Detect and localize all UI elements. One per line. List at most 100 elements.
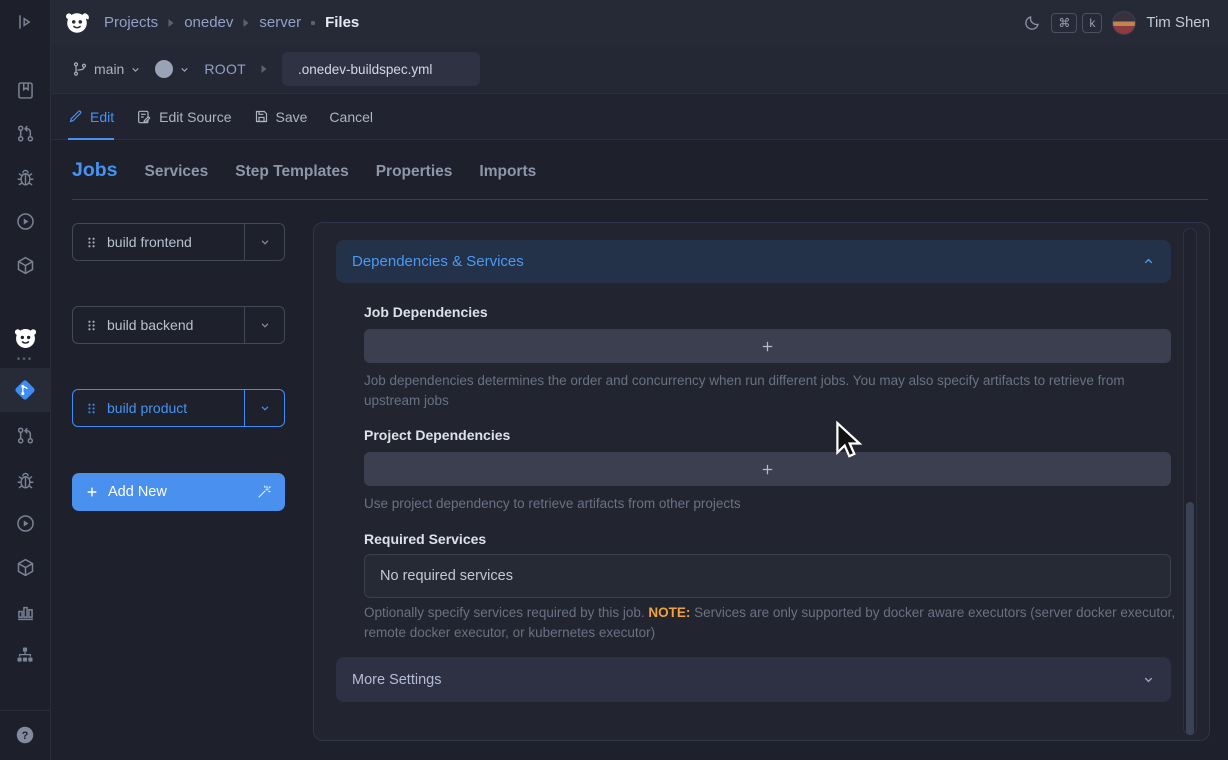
tab-services[interactable]: Services <box>145 163 209 181</box>
chevron-down-icon <box>1142 673 1155 686</box>
job-label: build backend <box>107 317 193 333</box>
cancel-label: Cancel <box>329 109 373 125</box>
package-icon <box>15 557 36 578</box>
breadcrumb-projects[interactable]: Projects <box>104 14 158 31</box>
job-dropdown-button[interactable] <box>244 390 284 426</box>
edit-tab[interactable]: Edit <box>57 94 125 139</box>
add-new-job-button[interactable]: Add New <box>72 473 285 511</box>
sidebar-item-builds[interactable] <box>0 201 50 241</box>
sidebar-expand-button[interactable] <box>0 2 50 42</box>
topbar-actions: ⌘ k Tim Shen <box>1023 11 1210 35</box>
edit-source-label: Edit Source <box>159 109 231 125</box>
job-dropdown-button[interactable] <box>244 224 284 260</box>
file-name-input[interactable]: .onedev-buildspec.yml <box>282 52 480 86</box>
breadcrumb-onedev[interactable]: onedev <box>184 14 233 31</box>
help-icon: ? <box>14 724 36 746</box>
sidebar-item-project-issues[interactable] <box>0 460 50 500</box>
sidebar-item-help[interactable]: ? <box>0 715 50 755</box>
project-dependencies-label: Project Dependencies <box>364 427 510 443</box>
edit-tab-label: Edit <box>90 109 114 125</box>
sidebar-item-hierarchy[interactable] <box>0 635 50 675</box>
required-services-value: No required services <box>380 568 513 584</box>
revision-status-icon <box>155 60 173 78</box>
job-label: build frontend <box>107 234 192 250</box>
sitemap-icon <box>15 645 35 665</box>
plus-icon <box>85 485 99 499</box>
dependencies-services-section-header[interactable]: Dependencies & Services <box>336 240 1171 283</box>
section-title: Dependencies & Services <box>352 253 524 270</box>
save-button[interactable]: Save <box>243 94 319 139</box>
sidebar-bottom-divider <box>0 710 50 711</box>
add-new-label: Add New <box>108 484 167 500</box>
sidebar-item-code-docs[interactable] <box>0 70 50 110</box>
breadcrumb: Projects onedev server Files <box>104 14 359 31</box>
main-content: Jobs Services Step Templates Properties … <box>51 140 1228 760</box>
branch-name: main <box>94 61 124 77</box>
user-avatar[interactable] <box>1112 11 1136 35</box>
edit-source-tab[interactable]: Edit Source <box>125 94 242 139</box>
add-project-dependency-button[interactable] <box>364 452 1171 486</box>
sidebar-item-project-code[interactable] <box>0 368 50 412</box>
save-icon <box>254 109 269 124</box>
sidebar-item-project-builds[interactable] <box>0 503 50 543</box>
chevron-down-icon <box>179 64 190 75</box>
required-services-field[interactable]: No required services <box>364 554 1171 598</box>
dot-separator <box>310 20 316 26</box>
job-item-build-frontend[interactable]: build frontend <box>72 223 285 261</box>
required-services-help: Optionally specify services required by … <box>364 603 1176 643</box>
job-dropdown-button[interactable] <box>244 307 284 343</box>
shortcut-hint[interactable]: ⌘ k <box>1051 13 1102 33</box>
branch-selector[interactable]: main <box>72 61 141 77</box>
tab-imports[interactable]: Imports <box>479 163 536 181</box>
add-job-dependency-button[interactable] <box>364 329 1171 363</box>
sidebar-item-packages[interactable] <box>0 245 50 285</box>
cancel-button[interactable]: Cancel <box>318 94 384 139</box>
book-bookmark-icon <box>15 80 36 101</box>
drag-handle-icon[interactable] <box>86 236 97 249</box>
help-prefix: Optionally specify services required by … <box>364 605 648 620</box>
chevron-right-icon <box>242 18 250 28</box>
revision-selector[interactable] <box>155 60 190 78</box>
scrollbar-track[interactable] <box>1183 228 1197 735</box>
job-dependencies-label: Job Dependencies <box>364 304 488 320</box>
plus-icon <box>760 462 775 477</box>
project-dependencies-help: Use project dependency to retrieve artif… <box>364 494 1176 514</box>
more-settings-section-header[interactable]: More Settings <box>336 657 1171 702</box>
root-path-link[interactable]: ROOT <box>204 61 246 77</box>
bug-icon <box>15 167 36 188</box>
chevron-up-icon <box>1142 255 1155 268</box>
sidebar-project-avatar[interactable] <box>0 318 50 358</box>
tab-properties[interactable]: Properties <box>376 163 453 181</box>
job-item-build-backend[interactable]: build backend <box>72 306 285 344</box>
dark-mode-toggle[interactable] <box>1023 14 1041 32</box>
k-key-badge: k <box>1082 13 1102 33</box>
tab-jobs[interactable]: Jobs <box>72 159 118 182</box>
top-navigation-bar: Projects onedev server Files ⌘ k Tim She… <box>51 0 1228 45</box>
pull-request-icon <box>15 123 36 144</box>
play-circle-icon <box>15 211 36 232</box>
expand-sidebar-icon <box>15 12 35 32</box>
breadcrumb-server[interactable]: server <box>259 14 301 31</box>
job-item-build-product[interactable]: build product <box>72 389 285 427</box>
job-detail-card: Dependencies & Services Job Dependencies… <box>313 222 1210 741</box>
sidebar-ellipsis: ••• <box>0 354 50 365</box>
page-title: Files <box>325 14 359 31</box>
sidebar-item-stats[interactable] <box>0 591 50 631</box>
sidebar-item-pull-requests[interactable] <box>0 113 50 153</box>
scrollbar-thumb[interactable] <box>1186 502 1194 735</box>
sidebar-item-project-pull-requests[interactable] <box>0 415 50 455</box>
magic-wand-icon <box>256 484 272 500</box>
pencil-icon <box>68 109 83 124</box>
tab-step-templates[interactable]: Step Templates <box>235 163 348 181</box>
user-name[interactable]: Tim Shen <box>1146 14 1210 31</box>
required-services-label: Required Services <box>364 531 486 547</box>
plus-icon <box>760 339 775 354</box>
sidebar-item-issues[interactable] <box>0 157 50 197</box>
drag-handle-icon[interactable] <box>86 319 97 332</box>
sidebar-item-project-packages[interactable] <box>0 547 50 587</box>
app-sidebar: ••• ? <box>0 0 51 760</box>
save-label: Save <box>276 109 308 125</box>
drag-handle-icon[interactable] <box>86 402 97 415</box>
onedev-logo-icon <box>63 9 91 37</box>
svg-text:?: ? <box>22 730 29 742</box>
